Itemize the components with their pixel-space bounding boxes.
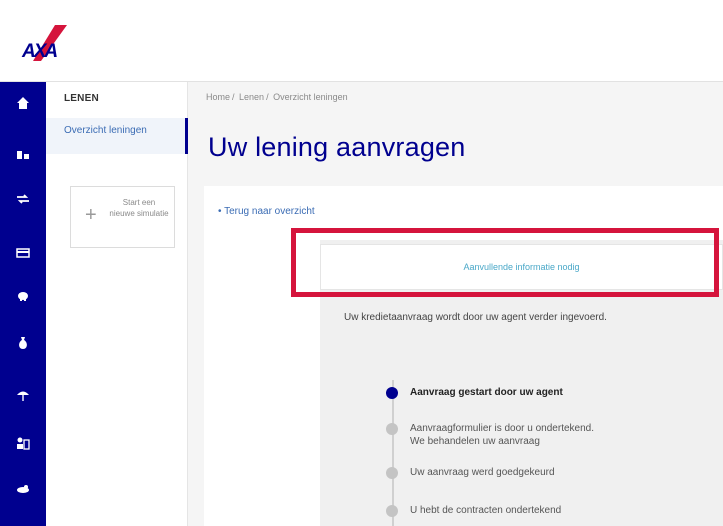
highlight-frame — [291, 228, 719, 297]
axa-logo[interactable]: AXA — [21, 23, 69, 63]
home-icon[interactable] — [14, 94, 32, 112]
loan-icon[interactable] — [14, 334, 32, 352]
step-label-line1: Aanvraagformulier is door u ondertekend. — [410, 423, 594, 434]
piggy-bank-icon[interactable] — [14, 286, 32, 304]
step-label: U hebt de contracten ondertekend — [410, 505, 562, 516]
top-bar: AXA — [0, 0, 723, 82]
subnav-title: LENEN — [64, 93, 99, 104]
subnav-item-overzicht-leningen[interactable]: Overzicht leningen — [46, 118, 188, 154]
step-dot-active — [386, 387, 398, 399]
main-area: Home / Lenen / Overzicht leningen Uw lenin… — [188, 82, 723, 526]
step-dot — [386, 423, 398, 435]
breadcrumb-home[interactable]: Home — [206, 92, 230, 102]
info-text: Uw kredietaanvraag wordt door uw agent v… — [344, 312, 607, 323]
investments-icon[interactable] — [14, 480, 32, 498]
start-simulation-card[interactable]: + Start een nieuwe simulatie — [70, 186, 175, 248]
transfer-icon[interactable] — [14, 190, 32, 208]
simulation-label: Start een nieuwe simulatie — [109, 198, 169, 218]
insurance-icon[interactable] — [14, 386, 32, 404]
icon-rail — [0, 82, 46, 526]
secondary-nav: LENEN Overzicht leningen + Start een nie… — [46, 82, 188, 526]
back-to-overview-link[interactable]: • Terug naar overzicht — [218, 206, 315, 217]
step-label: Aanvraag gestart door uw agent — [410, 387, 563, 398]
accounts-icon[interactable] — [14, 146, 32, 164]
step-label-line2: We behandelen uw aanvraag — [410, 436, 540, 447]
breadcrumb-current: Overzicht leningen — [273, 92, 348, 102]
contacts-icon[interactable] — [14, 434, 32, 452]
plus-icon: + — [85, 204, 97, 226]
step-dot — [386, 467, 398, 479]
step-label: Aanvraagformulier is door u ondertekend.… — [410, 422, 594, 448]
step-dot — [386, 505, 398, 517]
breadcrumb-lenen[interactable]: Lenen — [239, 92, 264, 102]
breadcrumb: Home / Lenen / Overzicht leningen — [206, 92, 348, 102]
svg-text:AXA: AXA — [21, 41, 57, 62]
page-title: Uw lening aanvragen — [208, 132, 466, 162]
step-label: Uw aanvraag werd goedgekeurd — [410, 467, 555, 478]
card-icon[interactable] — [14, 244, 32, 262]
